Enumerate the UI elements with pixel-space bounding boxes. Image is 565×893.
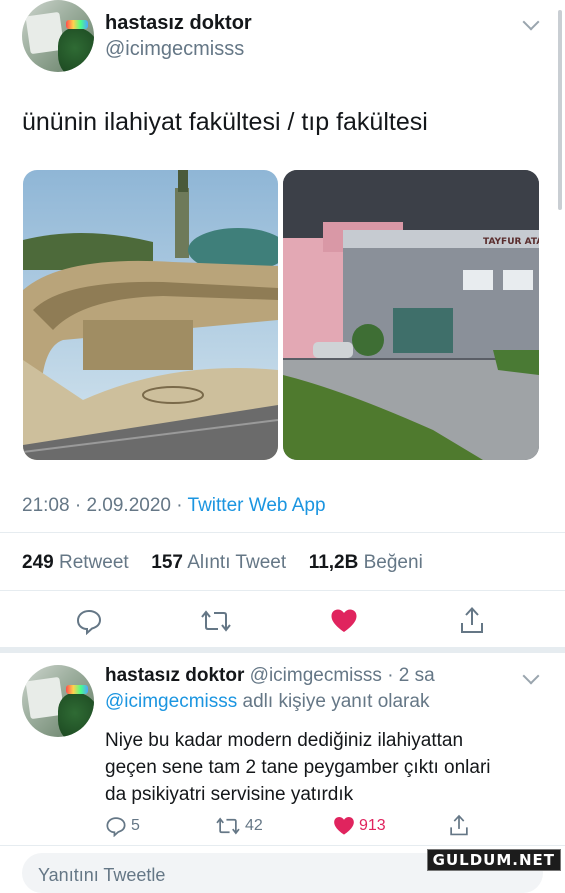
- photo-divinity-faculty[interactable]: [23, 170, 278, 460]
- reply-to-handle[interactable]: @icimgecmisss: [105, 691, 237, 712]
- reply-time[interactable]: · 2 sa: [387, 665, 435, 686]
- tweet-time[interactable]: 21:08: [22, 495, 70, 516]
- heart-icon: [331, 609, 357, 632]
- like-button[interactable]: [330, 607, 358, 635]
- meta-dot: ·: [176, 495, 188, 516]
- likes-stat[interactable]: 11,2B Beğeni: [309, 552, 423, 573]
- share-icon: [461, 607, 483, 633]
- reply-avatar[interactable]: [22, 665, 94, 737]
- retweets-count: 249: [22, 552, 54, 573]
- chevron-down-icon[interactable]: [522, 13, 540, 31]
- share-icon: [450, 814, 468, 836]
- quotes-count: 157: [151, 552, 183, 573]
- likes-count: 11,2B: [308, 552, 359, 573]
- reply-chevron-down-icon[interactable]: [522, 667, 540, 685]
- reply-like-count: 913: [359, 817, 386, 834]
- retweet-button[interactable]: [200, 607, 232, 635]
- photo-medical-faculty-image: TAYFUR ATA: [283, 170, 539, 460]
- reply-reply-count: 5: [131, 817, 140, 834]
- retweets-label: Retweet: [58, 552, 129, 573]
- author-handle[interactable]: @icimgecmisss: [105, 38, 244, 61]
- reply-share-button[interactable]: [448, 813, 470, 837]
- quotes-label: Alıntı Tweet: [187, 552, 287, 573]
- avatar[interactable]: [22, 0, 94, 72]
- tweet-stats-row: 249 Retweet 157 Alıntı Tweet 11,2B Beğen…: [22, 552, 423, 574]
- reply-to-suffix: adlı kişiye yanıt olarak: [242, 691, 430, 712]
- photo-medical-faculty[interactable]: TAYFUR ATA: [283, 170, 539, 460]
- reply-header: hastasız doktor @icimgecmisss · 2 sa: [105, 665, 435, 687]
- retweet-icon: [216, 817, 240, 835]
- divider: [0, 590, 565, 591]
- reply-button[interactable]: [75, 607, 103, 635]
- scrollbar[interactable]: [558, 10, 562, 210]
- building-sign: TAYFUR ATA: [483, 237, 539, 247]
- reply-icon: [76, 609, 102, 635]
- reply-author-handle[interactable]: @icimgecmisss: [250, 665, 382, 686]
- reply-text-line: geçen sene tam 2 tane peygamber çıktı on…: [105, 757, 491, 778]
- reply-to-row: @icimgecmisss adlı kişiye yanıt olarak: [105, 691, 429, 713]
- avatar-plant-shape: [58, 693, 94, 737]
- reply-text-line: da psikiyatri servisine yatırdık: [105, 784, 354, 805]
- avatar-glasses-shape: [66, 685, 88, 694]
- retweets-stat[interactable]: 249 Retweet: [22, 552, 129, 573]
- compose-placeholder: Yanıtını Tweetle: [38, 865, 166, 885]
- section-divider: [0, 647, 565, 653]
- tweet-date[interactable]: 2.09.2020: [86, 495, 171, 516]
- divider: [0, 845, 565, 846]
- photo-divinity-faculty-image: [23, 170, 278, 460]
- reply-reply-button[interactable]: 5: [105, 815, 140, 837]
- avatar-plant-shape: [58, 28, 94, 72]
- reply-text-line: Niye bu kadar modern dediğiniz ilahiyatt…: [105, 730, 464, 751]
- reply-author-name[interactable]: hastasız doktor: [105, 665, 244, 686]
- reply-like-button[interactable]: 913: [333, 815, 386, 837]
- heart-icon: [334, 816, 354, 835]
- likes-label: Beğeni: [363, 552, 423, 573]
- meta-dot: ·: [74, 495, 87, 516]
- reply-retweet-count: 42: [245, 817, 263, 834]
- tweet-source-link[interactable]: Twitter Web App: [188, 495, 326, 516]
- divider: [0, 532, 565, 533]
- reply-icon: [106, 817, 126, 837]
- retweet-icon: [201, 610, 231, 632]
- share-button[interactable]: [458, 605, 486, 635]
- reply-text: Niye bu kadar modern dediğiniz ilahiyatt…: [105, 727, 491, 808]
- tweet-timestamp-row: 21:08 · 2.09.2020 · Twitter Web App: [22, 495, 326, 517]
- site-watermark: GULDUM.NET: [426, 849, 561, 871]
- tweet-text: ününin ilahiyat fakültesi / tıp fakültes…: [22, 108, 428, 136]
- author-name[interactable]: hastasız doktor: [105, 12, 252, 35]
- avatar-glasses-shape: [66, 20, 88, 29]
- reply-retweet-button[interactable]: 42: [215, 815, 263, 837]
- quotes-stat[interactable]: 157 Alıntı Tweet: [151, 552, 286, 573]
